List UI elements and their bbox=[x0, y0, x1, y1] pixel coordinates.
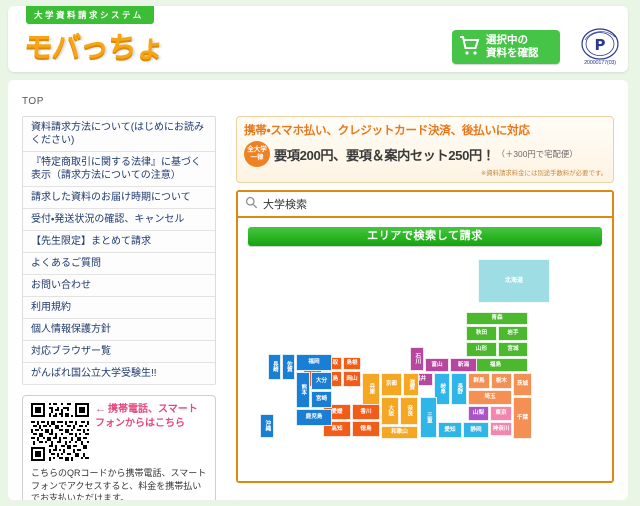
sidebar-menu-item[interactable]: 【先生限定】まとめて請求 bbox=[23, 231, 215, 253]
promo-fee-disclaimer: ※資料請求料金には別途手数料が必要です。 bbox=[480, 170, 607, 177]
prefecture-徳島[interactable]: 徳島 bbox=[352, 421, 380, 437]
promo-payment-methods: 携帯・スマホ払い、クレジットカード決済、後払いに対応 bbox=[244, 124, 530, 137]
prefecture-奈良[interactable]: 奈良 bbox=[400, 397, 418, 425]
shopping-cart-icon bbox=[458, 34, 484, 61]
badge-line1: 全大学 bbox=[247, 145, 267, 153]
prefecture-三重[interactable]: 三重 bbox=[420, 397, 437, 438]
prefecture-沖縄[interactable]: 沖縄 bbox=[260, 414, 274, 438]
site-logo[interactable]: モバっちょ bbox=[21, 24, 166, 66]
svg-text:P: P bbox=[595, 36, 606, 54]
sidebar-menu-item-label: よくあるご質問 bbox=[31, 258, 101, 269]
university-search-title: 大学検索 bbox=[263, 199, 307, 211]
prefecture-香川[interactable]: 香川 bbox=[352, 404, 380, 420]
sidebar-menu-item[interactable]: 『特定商取引に関する法律』に基づく表示（請求方法についての注意） bbox=[23, 152, 215, 187]
promo-banner: 携帯・スマホ払い、クレジットカード決済、後払いに対応 全大学 一律 要項200円… bbox=[236, 116, 614, 183]
page-root: 大学資料請求システム モバっちょ 選択中の 資料を確認 P 20000177(0… bbox=[0, 0, 640, 506]
sidebar-menu-item[interactable]: 資料請求方法について(はじめにお読みください) bbox=[23, 117, 215, 152]
site-header: 大学資料請求システム モバっちょ 選択中の 資料を確認 P 20000177(0… bbox=[8, 6, 628, 72]
prefecture-山形[interactable]: 山形 bbox=[466, 342, 497, 357]
university-search-box: 大学検索 エリアで検索して請求 北海道 青森 秋田 岩手 山形 宮城 福島 石川 富山 新潟 福井岐… bbox=[236, 190, 614, 483]
university-search-body: エリアで検索して請求 北海道 青森 秋田 岩手 山形 宮城 福島 石川 富山 新潟 福井 岐阜 長野 群馬… bbox=[238, 218, 612, 481]
sidebar-menu-item[interactable]: がんばれ国公立大学受験生!! bbox=[23, 363, 215, 385]
prefecture-滋賀[interactable]: 滋賀 bbox=[403, 373, 419, 396]
left-arrow-icon: ← bbox=[95, 403, 106, 415]
sidebar-menu-item[interactable]: 利用規約 bbox=[23, 297, 215, 319]
japan-area-map[interactable]: 北海道 青森 秋田 岩手 山形 宮城 福島 石川 富山 新潟 福井 岐阜 長野 群馬 栃木 茨城 埼玉 千葉 山梨東… bbox=[248, 254, 606, 478]
prefecture-新潟[interactable]: 新潟 bbox=[450, 358, 477, 372]
prefecture-東京[interactable]: 東京 bbox=[490, 406, 512, 421]
prefecture-長崎[interactable]: 長崎 bbox=[268, 354, 281, 380]
promo-price: 要項200円、要項＆案内セット250円！ bbox=[274, 147, 495, 163]
qr-code-icon[interactable] bbox=[31, 403, 89, 461]
prefecture-兵庫[interactable]: 兵庫 bbox=[362, 373, 380, 405]
prefecture-岡山[interactable]: 岡山 bbox=[343, 371, 361, 387]
all-universities-badge: 全大学 一律 bbox=[244, 141, 270, 167]
prefecture-福岡[interactable]: 福岡 bbox=[296, 354, 332, 371]
prefecture-群馬[interactable]: 群馬 bbox=[468, 373, 490, 389]
breadcrumb[interactable]: TOP bbox=[22, 96, 44, 107]
privacy-mark-number: 20000177(03) bbox=[584, 60, 616, 66]
qr-description: こちらのQRコードから携帯電話、スマートフォンでアクセスすると、料金を携帯払いで… bbox=[31, 468, 207, 500]
search-by-area-button[interactable]: エリアで検索して請求 bbox=[248, 227, 602, 246]
prefecture-大分[interactable]: 大分 bbox=[311, 372, 332, 390]
prefecture-静岡[interactable]: 静岡 bbox=[463, 422, 489, 438]
prefecture-愛知[interactable]: 愛知 bbox=[438, 422, 462, 438]
sidebar-menu-item-label: 対応ブラウザー覧 bbox=[31, 346, 111, 357]
cart-label-line2: 資料を確認 bbox=[486, 47, 539, 59]
prefecture-宮崎[interactable]: 宮崎 bbox=[311, 391, 332, 408]
prefecture-秋田[interactable]: 秋田 bbox=[466, 326, 497, 341]
prefecture-島根[interactable]: 島根 bbox=[343, 357, 361, 370]
cart-button-label: 選択中の 資料を確認 bbox=[486, 34, 539, 60]
prefecture-千葉[interactable]: 千葉 bbox=[513, 397, 532, 439]
sidebar-menu-item-label: 請求した資料のお届け時期について bbox=[31, 192, 191, 203]
mobile-qr-panel: ← 携帯電話、スマートフォンからはこちら こちらのQRコードから携帯電話、スマート… bbox=[22, 395, 216, 500]
sidebar-menu-item[interactable]: 対応ブラウザー覧 bbox=[23, 341, 215, 363]
main-panel: 携帯・スマホ払い、クレジットカード決済、後払いに対応 全大学 一律 要項200円… bbox=[236, 116, 614, 483]
prefecture-熊本[interactable]: 熊本 bbox=[296, 372, 310, 408]
prefecture-岩手[interactable]: 岩手 bbox=[498, 326, 528, 341]
privacy-mark-logo: P 20000177(03) bbox=[576, 28, 624, 70]
prefecture-佐賀[interactable]: 佐賀 bbox=[282, 354, 295, 380]
sidebar: 資料請求方法について(はじめにお読みください) 『特定商取引に関する法律』に基づく… bbox=[22, 116, 216, 500]
cart-label-line1: 選択中の bbox=[486, 34, 528, 46]
sidebar-menu: 資料請求方法について(はじめにお読みください) 『特定商取引に関する法律』に基づく… bbox=[22, 116, 216, 385]
prefecture-和歌山[interactable]: 和歌山 bbox=[381, 426, 418, 439]
prefecture-長野[interactable]: 長野 bbox=[451, 373, 467, 405]
prefecture-京都[interactable]: 京都 bbox=[381, 373, 402, 396]
sidebar-menu-item[interactable]: 個人情報保護方針 bbox=[23, 319, 215, 341]
sidebar-menu-item-label: 【先生限定】まとめて請求 bbox=[31, 236, 151, 247]
qr-callout: ← 携帯電話、スマートフォンからはこちら bbox=[95, 403, 207, 430]
sidebar-menu-item[interactable]: 受付・発送状況の確認、キャンセル bbox=[23, 209, 215, 231]
content-card: TOP 資料請求方法について(はじめにお読みください) 『特定商取引に関する法律』… bbox=[8, 80, 628, 500]
sidebar-menu-item-label: 個人情報保護方針 bbox=[31, 324, 111, 335]
sidebar-menu-item-label: 『特定商取引に関する法律』に基づく表示（請求方法についての注意） bbox=[31, 157, 201, 181]
promo-price-note: （＋300円で宅配便） bbox=[496, 149, 578, 159]
prefecture-神奈川[interactable]: 神奈川 bbox=[490, 422, 512, 436]
prefecture-鹿児島[interactable]: 鹿児島 bbox=[296, 409, 332, 426]
prefecture-宮城[interactable]: 宮城 bbox=[498, 342, 528, 357]
prefecture-北海道[interactable]: 北海道 bbox=[478, 259, 550, 303]
badge-line2: 一律 bbox=[250, 154, 264, 161]
prefecture-大阪[interactable]: 大阪 bbox=[381, 397, 399, 425]
sidebar-menu-item-label: 資料請求方法について(はじめにお読みください) bbox=[31, 122, 205, 146]
sidebar-menu-item-label: お問い合わせ bbox=[31, 280, 91, 291]
sidebar-menu-item[interactable]: お問い合わせ bbox=[23, 275, 215, 297]
prefecture-山梨[interactable]: 山梨 bbox=[468, 406, 489, 421]
prefecture-茨城[interactable]: 茨城 bbox=[513, 373, 532, 396]
check-selected-materials-button[interactable]: 選択中の 資料を確認 bbox=[452, 30, 560, 64]
system-title-tab: 大学資料請求システム bbox=[26, 6, 154, 24]
qr-callout-text: 携帯電話、スマートフォンからはこちら bbox=[95, 404, 198, 429]
prefecture-富山[interactable]: 富山 bbox=[425, 358, 449, 372]
search-icon bbox=[245, 196, 258, 212]
prefecture-栃木[interactable]: 栃木 bbox=[491, 373, 512, 389]
sidebar-menu-item[interactable]: 請求した資料のお届け時期について bbox=[23, 187, 215, 209]
sidebar-menu-item-label: 利用規約 bbox=[31, 302, 71, 313]
prefecture-青森[interactable]: 青森 bbox=[466, 312, 528, 325]
prefecture-石川[interactable]: 石川 bbox=[410, 347, 424, 371]
sidebar-menu-item-label: がんばれ国公立大学受験生!! bbox=[31, 368, 157, 379]
prefecture-埼玉[interactable]: 埼玉 bbox=[468, 390, 512, 405]
sidebar-menu-item[interactable]: よくあるご質問 bbox=[23, 253, 215, 275]
university-search-header: 大学検索 bbox=[238, 192, 612, 218]
sidebar-menu-item-label: 受付・発送状況の確認、キャンセル bbox=[31, 214, 185, 225]
